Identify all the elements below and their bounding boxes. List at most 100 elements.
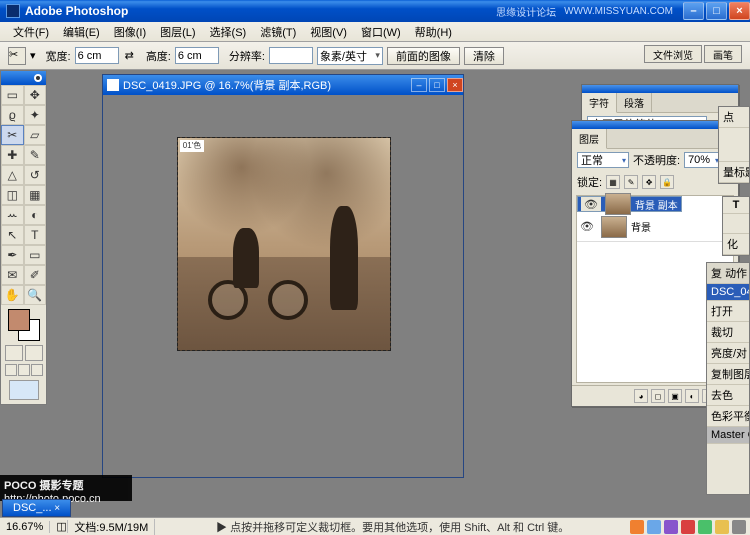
dock-filebrowser-tab[interactable]: 文件浏览 [644,45,702,63]
jump-imageready-icon[interactable] [9,380,39,400]
front-image-button[interactable]: 前面的图像 [387,47,460,65]
lock-paint-icon[interactable]: ✎ [624,175,638,189]
palette-drag-bar[interactable] [572,121,738,129]
menu-view[interactable]: 视图(V) [303,22,354,42]
menu-layer[interactable]: 图层(L) [153,22,202,42]
layer-mask-icon[interactable]: ◻ [651,389,665,403]
action-item[interactable]: 亮度/对 [707,343,749,364]
window-maximize-button[interactable]: □ [706,2,727,20]
adjustment-layer-icon[interactable]: ◐ [685,389,699,403]
doc-close-button[interactable]: × [447,78,463,92]
menu-filter[interactable]: 滤镜(T) [253,22,303,42]
type-tool[interactable]: T [24,225,47,245]
doc-minimize-button[interactable]: – [411,78,427,92]
layer-name[interactable]: 背景 副本 [635,197,678,212]
window-close-button[interactable]: × [729,2,750,20]
doc-tab[interactable]: DSC_... × [2,499,71,517]
hand-tool[interactable]: ✋ [1,285,24,305]
eraser-tool[interactable]: ◫ [1,185,24,205]
layer-thumb[interactable] [605,193,631,215]
tray-icon[interactable] [630,520,644,534]
dodge-tool[interactable]: ◐ [24,205,47,225]
document-titlebar[interactable]: DSC_0419.JPG @ 16.7%(背景 副本,RGB) – □ × [103,75,463,95]
notes-tool[interactable]: ✉ [1,265,24,285]
lasso-tool[interactable]: ϱ [1,105,24,125]
width-input[interactable]: 6 cm [75,47,119,64]
resolution-unit-select[interactable]: 象素/英寸 [317,47,383,65]
menu-edit[interactable]: 编辑(E) [56,22,107,42]
clear-button[interactable]: 清除 [464,47,504,65]
layer-row[interactable]: 👁 背景 [577,212,733,242]
menu-select[interactable]: 选择(S) [203,22,254,42]
doc-size[interactable]: 文档:9.5M/19M [68,519,155,535]
heal-tool[interactable]: ✚ [1,145,24,165]
tab-paragraph[interactable]: 段落 [617,93,652,112]
path-select-tool[interactable]: ↖ [1,225,24,245]
history-brush-tool[interactable]: ↺ [24,165,47,185]
layer-style-icon[interactable]: ◕ [634,389,648,403]
action-item[interactable]: 复制图层 [707,364,749,385]
action-item[interactable]: 色彩平衡 [707,406,749,427]
layer-row[interactable]: 👁 背景 副本 [577,196,682,212]
menu-window[interactable]: 窗口(W) [354,22,408,42]
lock-trans-icon[interactable]: ▦ [606,175,620,189]
tab-character[interactable]: 字符 [582,93,617,113]
eyedropper-tool[interactable]: ✐ [24,265,47,285]
crop-tool-icon[interactable]: ✂ [8,47,26,65]
canvas-crop-area[interactable]: 01'色 [177,137,391,351]
toolbox-header[interactable] [1,71,46,85]
wand-tool[interactable]: ✦ [24,105,47,125]
action-item[interactable]: 去色 [707,385,749,406]
zoom-tool[interactable]: 🔍 [24,285,47,305]
resolution-input[interactable] [269,47,313,64]
gradient-tool[interactable]: ▦ [24,185,47,205]
window-minimize-button[interactable]: – [683,2,704,20]
tray-icon[interactable] [698,520,712,534]
layer-set-icon[interactable]: ▣ [668,389,682,403]
lock-all-icon[interactable]: 🔒 [660,175,674,189]
toolbox: ▭✥ ϱ✦ ✂▱ ✚✎ △↺ ◫▦ ꕀ◐ ↖T ✒▭ ✉✐ ✋🔍 [0,70,47,405]
screen-standard-icon[interactable] [5,364,17,376]
status-icon[interactable]: ◫ [50,520,68,533]
crop-tool[interactable]: ✂ [1,125,24,145]
fg-color[interactable] [8,309,30,331]
blur-tool[interactable]: ꕀ [1,205,24,225]
screen-fullmenu-icon[interactable] [18,364,30,376]
action-item[interactable]: 打开 [707,301,749,322]
stamp-tool[interactable]: △ [1,165,24,185]
rect-marquee-tool[interactable]: ▭ [1,85,24,105]
opacity-input[interactable]: 70% [684,152,722,168]
pen-tool[interactable]: ✒ [1,245,24,265]
standard-mode-icon[interactable] [5,345,23,361]
screen-full-icon[interactable] [31,364,43,376]
tray-icon[interactable] [715,520,729,534]
visibility-icon[interactable]: 👁 [581,197,601,211]
layer-name[interactable]: 背景 [631,219,733,234]
action-item[interactable]: 裁切 [707,322,749,343]
menu-help[interactable]: 帮助(H) [408,22,459,42]
lock-move-icon[interactable]: ✥ [642,175,656,189]
action-item[interactable]: Master C [707,427,749,444]
tray-icon[interactable] [647,520,661,534]
menu-image[interactable]: 图像(I) [107,22,153,42]
blend-mode-select[interactable]: 正常 [577,152,629,168]
layer-thumb[interactable] [601,216,627,238]
color-swatches[interactable] [8,309,40,341]
move-tool[interactable]: ✥ [24,85,47,105]
height-input[interactable]: 6 cm [175,47,219,64]
tray-icon[interactable] [681,520,695,534]
tray-icon[interactable] [664,520,678,534]
dock-brush-tab[interactable]: 画笔 [704,45,742,63]
visibility-icon[interactable]: 👁 [577,220,597,233]
palette-drag-bar[interactable] [582,85,738,93]
quickmask-mode-icon[interactable] [25,345,43,361]
shape-tool[interactable]: ▭ [24,245,47,265]
slice-tool[interactable]: ▱ [24,125,47,145]
menu-file[interactable]: 文件(F) [6,22,56,42]
action-set[interactable]: DSC_04 [707,284,749,301]
zoom-level[interactable]: 16.67% [0,521,50,533]
tab-layers[interactable]: 图层 [572,129,607,149]
brush-tool[interactable]: ✎ [24,145,47,165]
tray-icon[interactable] [732,520,746,534]
doc-maximize-button[interactable]: □ [429,78,445,92]
